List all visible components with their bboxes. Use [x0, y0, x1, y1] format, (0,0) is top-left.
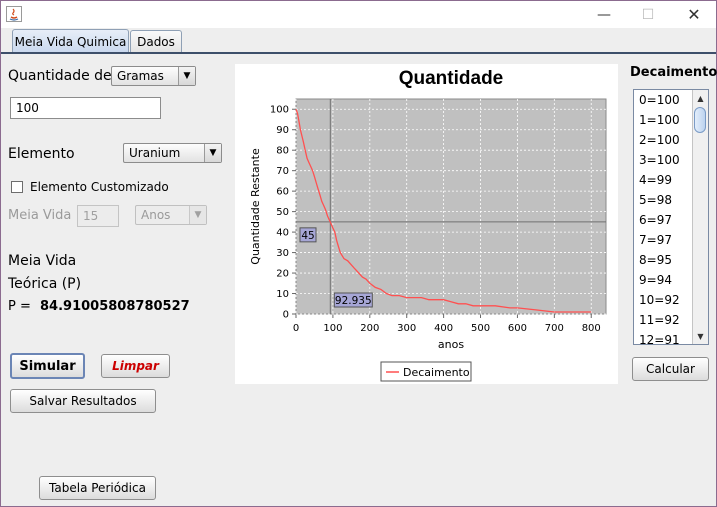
x-tick-label: 700	[545, 323, 564, 334]
app-window: — ☐ ✕ Meia Vida Quimica Dados Quantidade…	[0, 0, 717, 507]
y-tick-label: 90	[276, 125, 289, 136]
periodic-table-button[interactable]: Tabela Periódica	[39, 476, 156, 500]
element-value: Uranium	[129, 146, 181, 160]
decay-list-title: Decaimento	[630, 65, 717, 80]
decay-list-item[interactable]: 6=97	[639, 213, 672, 227]
decay-list-item[interactable]: 11=92	[639, 313, 680, 327]
decay-list-item[interactable]: 2=100	[639, 133, 680, 147]
tab-meia-vida-quimica[interactable]: Meia Vida Quimica	[12, 29, 129, 53]
decay-list-item[interactable]: 0=100	[639, 93, 680, 107]
y-tick-label: 60	[276, 187, 289, 198]
quantity-unit-value: Gramas	[117, 69, 164, 83]
java-app-icon	[6, 6, 22, 22]
theoretical-label-line1: Meia Vida	[8, 253, 77, 269]
chart-panel: Quantidade 0 100 200 300 400 500 600 700 800 0 10 20…	[235, 64, 618, 384]
plot-area	[295, 98, 607, 315]
scroll-down-icon[interactable]: ▼	[693, 329, 708, 343]
half-life-label: Meia Vida	[8, 208, 72, 223]
minimize-button[interactable]: —	[581, 1, 627, 28]
quantity-label: Quantidade de	[8, 68, 112, 84]
decay-list-scrollbar[interactable]: ▲ ▼	[692, 90, 708, 344]
y-tick-label: 20	[276, 269, 289, 280]
x-tick-label: 300	[397, 323, 416, 334]
tab-divider	[1, 52, 716, 54]
decay-list-item[interactable]: 5=98	[639, 193, 672, 207]
x-tick-label: 200	[360, 323, 379, 334]
decay-list-item[interactable]: 8=95	[639, 253, 672, 267]
y-tick-label: 10	[276, 289, 289, 300]
clear-button[interactable]: Limpar	[101, 354, 170, 378]
p-value: 84.91005808780527	[40, 299, 190, 314]
decay-chart: Quantidade 0 100 200 300 400 500 600 700 800 0 10 20…	[249, 68, 607, 382]
close-button[interactable]: ✕	[671, 1, 717, 28]
decay-list-item[interactable]: 3=100	[639, 153, 680, 167]
y-tick-label: 30	[276, 248, 289, 259]
x-tick-label: 500	[471, 323, 490, 334]
title-bar: — ☐ ✕	[1, 1, 716, 28]
half-life-unit-value: Anos	[141, 208, 171, 222]
quantity-unit-select[interactable]: Gramas ▼	[111, 66, 196, 86]
chevron-down-icon: ▼	[189, 206, 206, 224]
tab-dados[interactable]: Dados	[130, 30, 182, 52]
decay-list-item[interactable]: 12=91	[639, 333, 680, 344]
decay-list[interactable]: 0=100 1=100 2=100 3=100 4=99 5=98 6=97 7=97 8=95…	[633, 89, 709, 345]
y-tick-label: 0	[283, 310, 289, 321]
x-tick-label: 400	[434, 323, 453, 334]
chart-title: Quantidade	[399, 68, 504, 89]
half-life-input[interactable]: 15	[77, 205, 119, 227]
p-label: P =	[8, 299, 31, 314]
decay-list-item[interactable]: 10=92	[639, 293, 680, 307]
x-tick-label: 0	[293, 323, 299, 334]
element-label: Elemento	[8, 146, 75, 162]
decay-list-item[interactable]: 4=99	[639, 173, 672, 187]
y-tick-label: 40	[276, 228, 289, 239]
chevron-down-icon: ▼	[178, 67, 195, 85]
x-tick-label: 100	[323, 323, 342, 334]
x-tick-label: 600	[508, 323, 527, 334]
custom-element-label: Elemento Customizado	[30, 180, 169, 194]
decay-list-item[interactable]: 9=94	[639, 273, 672, 287]
y-axis-label: Quantidade Restante	[249, 148, 262, 265]
decay-list-item[interactable]: 7=97	[639, 233, 672, 247]
scroll-thumb[interactable]	[694, 107, 706, 133]
x-axis-label: anos	[438, 338, 464, 351]
calculate-button[interactable]: Calcular	[632, 357, 709, 381]
theoretical-label-line2: Teórica (P)	[8, 276, 82, 292]
save-results-button[interactable]: Salvar Resultados	[10, 389, 156, 413]
maximize-button[interactable]: ☐	[625, 1, 671, 28]
legend-label: Decaimento	[403, 366, 470, 379]
y-tick-label: 70	[276, 166, 289, 177]
tab-strip: Meia Vida Quimica Dados	[1, 28, 716, 53]
crosshair-x-label: 92.935	[335, 295, 372, 307]
quantity-input[interactable]: 100	[10, 97, 161, 119]
x-tick-label: 800	[582, 323, 601, 334]
custom-element-checkbox[interactable]	[11, 181, 23, 193]
half-life-unit-select[interactable]: Anos ▼	[135, 205, 207, 225]
decay-list-item[interactable]: 1=100	[639, 113, 680, 127]
y-tick-label: 80	[276, 146, 289, 157]
y-tick-label: 50	[276, 207, 289, 218]
scroll-up-icon[interactable]: ▲	[693, 91, 708, 105]
simulate-button[interactable]: Simular	[10, 353, 85, 379]
element-select[interactable]: Uranium ▼	[123, 143, 222, 163]
chevron-down-icon: ▼	[204, 144, 221, 162]
crosshair-y-label: 45	[301, 230, 314, 242]
y-tick-label: 100	[270, 105, 289, 116]
